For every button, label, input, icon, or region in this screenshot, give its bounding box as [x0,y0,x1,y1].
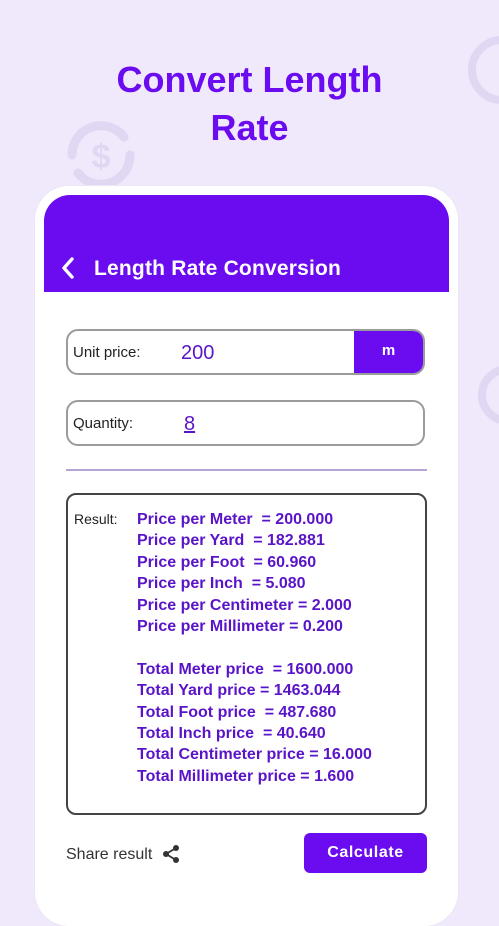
result-total-line: Total Centimeter price = 16.000 [137,746,372,764]
coin-refresh-icon [478,366,499,424]
quantity-label: Quantity: [73,415,134,432]
app-bar: Length Rate Conversion [44,195,449,292]
share-result-link[interactable]: Share result [66,846,152,864]
result-total-line: Total Inch price = 40.640 [137,725,326,743]
result-line: Price per Inch = 5.080 [137,575,306,593]
result-line: Price per Centimeter = 2.000 [137,596,352,614]
result-total-line: Total Foot price = 487.680 [137,703,337,721]
unit-price-field[interactable]: Unit price: 200 m [66,329,425,375]
quantity-field[interactable]: Quantity: 8 [66,400,425,446]
share-icon[interactable] [162,844,180,864]
result-line: Price per Meter = 200.000 [137,511,334,528]
hero-title-line1: Convert Length [116,59,383,100]
result-box: Result: Price per Meter = 200.000 Price … [66,493,427,815]
result-lines: Price per Meter = 200.000 Price per Yard… [137,509,372,787]
result-spacer [137,637,372,658]
unit-price-input[interactable]: 200 [181,342,214,365]
result-total-line: Total Meter price = 1600.000 [137,660,354,678]
result-total-line: Total Millimeter price = 1.600 [137,767,355,785]
result-line: Price per Millimeter = 0.200 [137,618,343,636]
unit-select-button[interactable]: m [354,331,423,373]
result-total-line: Total Yard price = 1463.044 [137,682,341,700]
hero-title: Convert Length Rate [0,56,499,152]
quantity-input[interactable]: 8 [184,413,195,436]
chevron-left-icon[interactable] [60,256,76,280]
divider [66,469,427,471]
result-line: Price per Yard = 182.881 [137,532,325,550]
app-bar-title: Length Rate Conversion [94,257,342,280]
unit-price-label: Unit price: [73,344,141,361]
phone-frame: Length Rate Conversion Unit price: 200 m… [35,186,458,926]
hero-title-line2: Rate [210,107,289,148]
result-line: Price per Foot = 60.960 [137,553,317,571]
result-label: Result: [74,511,118,527]
calculate-button[interactable]: Calculate [304,833,427,873]
